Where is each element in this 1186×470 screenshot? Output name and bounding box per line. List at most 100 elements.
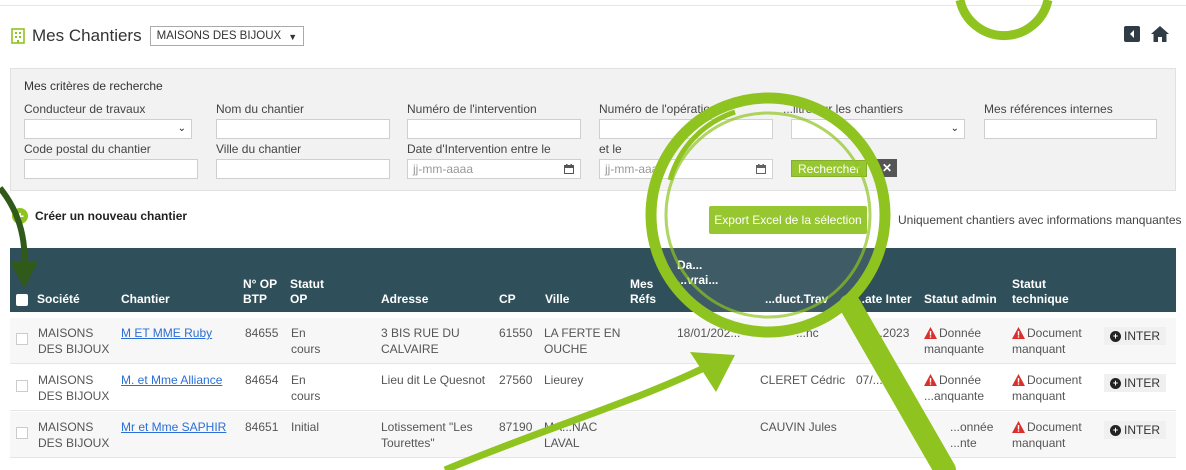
create-chantier-action[interactable]: + Créer un nouveau chantier xyxy=(12,208,187,224)
plus-circle-icon: + xyxy=(1110,424,1121,436)
admin-status-line2: ...anquante xyxy=(924,389,985,403)
col-ville[interactable]: Ville xyxy=(545,292,569,307)
num-intervention-label: Numéro de l'intervention xyxy=(407,102,537,116)
building-icon xyxy=(11,28,25,44)
col-adresse[interactable]: Adresse xyxy=(381,292,428,307)
date-from-input[interactable]: jj-mm-aaaa xyxy=(407,159,581,179)
row-checkbox[interactable] xyxy=(16,333,28,345)
num-intervention-input[interactable] xyxy=(407,119,581,139)
cell-statut-admin: Donnée ...anquante xyxy=(924,372,984,404)
page-title: Mes Chantiers xyxy=(32,26,142,45)
warning-icon xyxy=(1012,374,1025,386)
col-statut-tech-line2: technique xyxy=(1012,292,1069,306)
cell-cp: 61550 xyxy=(499,326,533,340)
admin-status-line1: ...onnée xyxy=(950,420,994,434)
only-missing-filter[interactable]: Uniquement chantiers avec informations m… xyxy=(898,213,1182,227)
select-all-checkbox[interactable] xyxy=(16,294,28,306)
cell-statut-op: Initial xyxy=(291,419,319,435)
cell-statut-admin: ...onnée ...nte xyxy=(950,419,993,451)
warning-icon xyxy=(1012,327,1025,339)
export-excel-button[interactable]: Export Excel de la sélection xyxy=(709,206,867,234)
chevron-down-icon: ⌄ xyxy=(950,123,959,134)
conducteur-select[interactable]: ⌄ xyxy=(24,119,192,139)
cell-societe-line2: DES BIJOUX xyxy=(38,342,110,356)
date-to-placeholder: jj-mm-aaaa xyxy=(605,162,666,176)
cell-statut-op: En cours xyxy=(291,372,320,404)
col-statut-op[interactable]: Statut OP xyxy=(290,277,324,307)
date-to-input[interactable]: jj-mm-aaaa xyxy=(599,159,773,179)
cell-societe-line2: DES BIJOUX xyxy=(38,436,110,450)
col-nop-line1: N° OP xyxy=(243,277,278,291)
chantier-link[interactable]: M ET MME Ruby xyxy=(121,325,212,341)
cell-statut-line1: En xyxy=(291,373,306,387)
code-postal-input[interactable] xyxy=(24,159,198,179)
clear-button[interactable]: ✕ xyxy=(877,159,897,177)
tech-status-line1: Document xyxy=(1027,420,1082,434)
col-statut-tech[interactable]: Statut technique xyxy=(1012,277,1069,307)
col-cp[interactable]: CP xyxy=(499,292,516,307)
cell-statut-op: En cours xyxy=(291,325,320,357)
cell-nop: 84651 xyxy=(245,420,279,434)
cell-ville-line1: Lieurey xyxy=(544,373,584,387)
cell-statut-tech: Document manquant xyxy=(1012,372,1082,404)
company-select-value: MAISONS DES BIJOUX xyxy=(156,30,282,42)
col-conduct[interactable]: ...duct.Trav xyxy=(765,292,828,307)
col-societe[interactable]: Société xyxy=(37,292,80,307)
search-button[interactable]: Rechercher xyxy=(791,160,868,177)
inter-button-label: INTER xyxy=(1124,423,1160,437)
back-square-icon[interactable] xyxy=(1124,26,1140,42)
chantier-link[interactable]: Mr et Mme SAPHIR xyxy=(121,419,226,435)
cell-adresse-line1: Lieu dit Le Quesnot xyxy=(381,373,486,387)
col-livraison-line1: Da... xyxy=(677,258,703,272)
cell-nop: 84654 xyxy=(245,373,279,387)
cell-date-inter: 07/... xyxy=(856,373,883,387)
tech-status-line2: manquant xyxy=(1012,342,1066,356)
cell-ville: LA FERTE EN OUCHE xyxy=(544,325,620,357)
cell-statut-line1: En xyxy=(291,326,306,340)
tech-status-line1: Document xyxy=(1027,373,1082,387)
chantier-link[interactable]: M. et Mme Alliance xyxy=(121,372,222,388)
col-refs-line2: Réfs xyxy=(630,292,657,306)
ville-label: Ville du chantier xyxy=(216,142,302,156)
col-nop[interactable]: N° OP BTP xyxy=(243,277,277,307)
date-from-placeholder: jj-mm-aaaa xyxy=(413,162,474,176)
calendar-icon[interactable] xyxy=(756,164,766,174)
cell-livraison: 18/01/202... xyxy=(677,326,741,340)
et-le-label: et le xyxy=(599,142,622,156)
col-statut-admin[interactable]: Statut admin xyxy=(924,292,997,307)
date-entre-label: Date d'Intervention entre le xyxy=(407,142,551,156)
refs-internes-input[interactable] xyxy=(984,119,1157,139)
cell-conduct: ...nc xyxy=(796,326,819,340)
cell-adresse-line1: Lotissement "Les xyxy=(381,420,473,434)
filtre-label: ...iltre sur les chantiers xyxy=(783,102,904,116)
inter-button[interactable]: + INTER xyxy=(1104,421,1166,439)
col-date-inter[interactable]: ...ate Inter xyxy=(855,292,912,307)
cell-adresse-line2: Tourettes" xyxy=(381,436,435,450)
row-checkbox[interactable] xyxy=(16,380,28,392)
admin-status-line1: Donnée xyxy=(939,326,982,340)
col-refs[interactable]: Mes Réfs xyxy=(630,277,656,307)
num-operation-input[interactable] xyxy=(599,119,773,139)
cell-nop: 84655 xyxy=(245,326,279,340)
inter-button[interactable]: + INTER xyxy=(1104,327,1166,345)
col-chantier[interactable]: Chantier xyxy=(121,292,170,307)
admin-status-line1: Donnée xyxy=(939,373,982,387)
col-livraison[interactable]: Da... ...vrai... xyxy=(677,258,718,288)
inter-button[interactable]: + INTER xyxy=(1104,374,1166,392)
cell-cp: 87190 xyxy=(499,420,533,434)
row-checkbox[interactable] xyxy=(16,427,28,439)
nom-chantier-input[interactable] xyxy=(216,119,390,139)
cell-statut-line1: Initial xyxy=(291,420,320,434)
cell-statut-tech: Document manquant xyxy=(1012,325,1082,357)
company-select[interactable]: MAISONS DES BIJOUX ▼ xyxy=(149,26,305,46)
filtre-select[interactable]: ⌄ xyxy=(791,119,965,139)
cell-cp: 27560 xyxy=(499,373,533,387)
cell-adresse: Lotissement "Les Tourettes" xyxy=(381,419,473,451)
home-icon[interactable] xyxy=(1150,25,1170,43)
admin-status-line2: manquante xyxy=(924,342,985,356)
calendar-icon[interactable] xyxy=(564,164,574,174)
tech-status-line1: Document xyxy=(1027,326,1082,340)
ville-input[interactable] xyxy=(216,159,390,179)
table-row: MAISONS DES BIJOUX Mr et Mme SAPHIR 84651… xyxy=(10,412,1176,458)
cell-adresse: Lieu dit Le Quesnot xyxy=(381,372,485,388)
